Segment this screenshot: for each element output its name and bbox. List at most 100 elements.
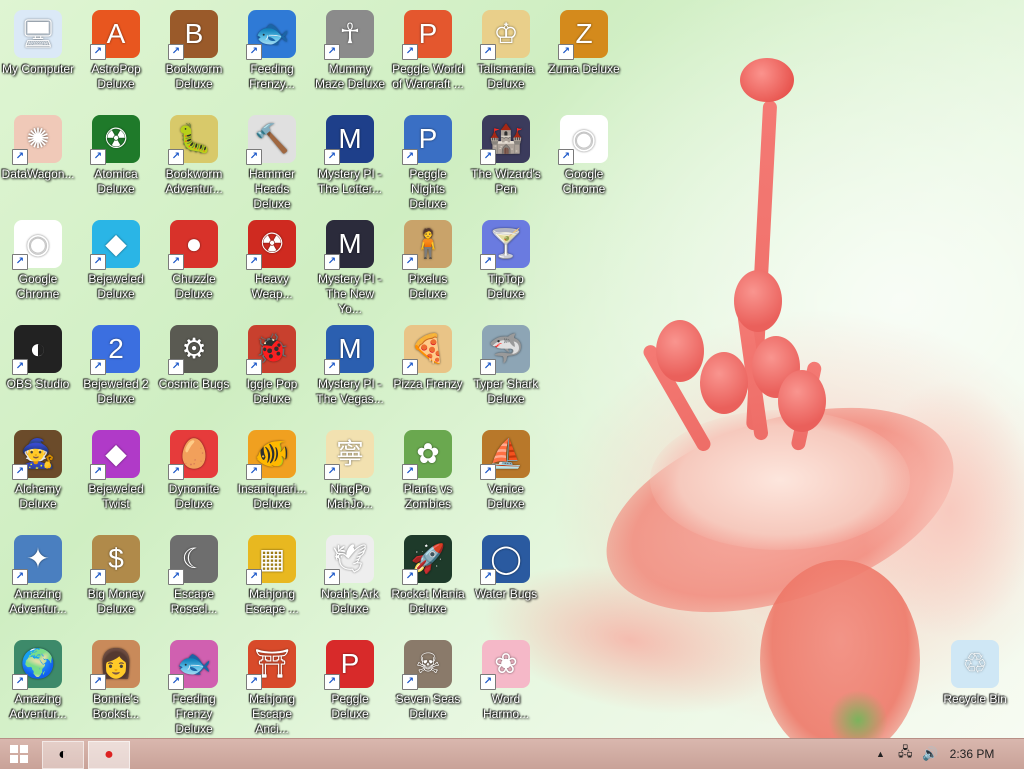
desktop-icon-label: Google Chrome [562, 167, 606, 196]
desktop-icon[interactable]: 🌍 ↗ Amazing Adventur... [0, 634, 76, 738]
shortcut-arrow-icon: ↗ [246, 464, 262, 480]
desktop-icon[interactable]: 🥚 ↗ Dynomite Deluxe [156, 424, 232, 528]
desktop-icon-label: Recycle Bin [943, 692, 1007, 706]
desktop-icon[interactable]: ◉ ↗ Google Chrome [0, 214, 76, 318]
desktop-icon[interactable]: ✿ ↗ Plants vs Zombies [390, 424, 466, 528]
taskbar: ◐ ● ▲ 🖧 🔊 2:36 PM [0, 738, 1024, 769]
desktop-icon[interactable]: B ↗ Bookworm Deluxe [156, 4, 232, 108]
desktop-icon[interactable]: 2 ↗ Bejeweled 2 Deluxe [78, 319, 154, 423]
shortcut-arrow-icon: ↗ [480, 674, 496, 690]
desktop-icon[interactable]: ☢ ↗ Heavy Weap... [234, 214, 310, 318]
desktop-icon[interactable]: Z ↗ Zuma Deluxe [546, 4, 622, 108]
desktop-icon[interactable]: 🐛 ↗ Bookworm Adventur... [156, 109, 232, 213]
desktop-icon[interactable]: 🍸 ↗ TipTop Deluxe [468, 214, 544, 318]
desktop-icon-label: Bookworm Adventur... [165, 167, 223, 196]
desktop-icon[interactable]: ◐ ↗ OBS Studio [0, 319, 76, 423]
desktop-icon[interactable]: A ↗ AstroPop Deluxe [78, 4, 154, 108]
desktop-icon[interactable]: 🐟 ↗ Feeding Frenzy... [234, 4, 310, 108]
icon-glyph: ♲ [962, 648, 988, 679]
icon-glyph: ◆ [105, 438, 127, 469]
network-icon: 🖧 [898, 744, 913, 759]
desktop-icon[interactable]: 🏰 ↗ The Wizard's Pen [468, 109, 544, 213]
desktop-icon-label: The Wizard's Pen [471, 167, 541, 196]
desktop-icon[interactable]: ◉ ↗ Google Chrome [546, 109, 622, 213]
taskbar-clock[interactable]: 2:36 PM [942, 739, 1002, 769]
bookworm-icon: B ↗ [168, 10, 218, 60]
desktop-icon[interactable]: M ↗ Mystery PI - The New Yo... [312, 214, 388, 318]
desktop-icon[interactable]: ◆ ↗ Bejeweled Twist [78, 424, 154, 528]
shortcut-arrow-icon: ↗ [402, 44, 418, 60]
shortcut-arrow-icon: ↗ [90, 359, 106, 375]
desktop-icon[interactable]: 🐟 ↗ Feeding Frenzy Deluxe [156, 634, 232, 738]
taskbar-item-dynomite[interactable]: ● [88, 741, 130, 769]
desktop-icon[interactable]: 🧍 ↗ Pixelus Deluxe [390, 214, 466, 318]
desktop-icon[interactable]: $ ↗ Big Money Deluxe [78, 529, 154, 633]
desktop-icon[interactable]: ● ↗ Chuzzle Deluxe [156, 214, 232, 318]
desktop-icon-label: Rocket Mania Deluxe [391, 587, 465, 616]
plants-vs-zombies-icon: ✿ ↗ [402, 430, 452, 480]
desktop-icon[interactable]: ☢ ↗ Atomica Deluxe [78, 109, 154, 213]
desktop-icon[interactable]: 🍕 ↗ Pizza Frenzy [390, 319, 466, 423]
icon-glyph: P [418, 18, 438, 49]
desktop-icon[interactable]: ⚙ ↗ Cosmic Bugs [156, 319, 232, 423]
desktop-icon[interactable]: 🚀 ↗ Rocket Mania Deluxe [390, 529, 466, 633]
desktop-icon-label: Talismania Deluxe [477, 62, 535, 91]
desktop-icon-label: Feeding Frenzy Deluxe [172, 692, 216, 736]
network-tray-button[interactable]: 🖧 [898, 739, 916, 769]
wallpaper-anther [700, 352, 748, 414]
desktop-icon[interactable]: 🐠 ↗ Insaniquari... Deluxe [234, 424, 310, 528]
desktop-icon[interactable]: ⛩ ↗ Mahjong Escape Anci... [234, 634, 310, 738]
volume-tray-button[interactable]: 🔊 [922, 739, 940, 769]
desktop-icon[interactable]: ▦ ↗ Mahjong Escape ... [234, 529, 310, 633]
icon-glyph: ● [185, 228, 203, 259]
desktop-icon[interactable]: ⛵ ↗ Venice Deluxe [468, 424, 544, 528]
desktop-icon[interactable]: P ↗ Peggle World of Warcraft ... [390, 4, 466, 108]
desktop-icon[interactable]: ♔ ↗ Talismania Deluxe [468, 4, 544, 108]
volume-icon: 🔊 [922, 746, 939, 761]
desktop-icon[interactable]: 🖥 My Computer [0, 4, 76, 108]
desktop-icon[interactable]: ☥ ↗ Mummy Maze Deluxe [312, 4, 388, 108]
wallpaper-stigma [740, 58, 794, 102]
tray-overflow-button[interactable]: ▲ [876, 739, 890, 769]
desktop-icon[interactable]: 🦈 ↗ Typer Shark Deluxe [468, 319, 544, 423]
desktop-icon[interactable]: ❀ ↗ Word Harmo... [468, 634, 544, 738]
desktop-icon[interactable]: ☠ ↗ Seven Seas Deluxe [390, 634, 466, 738]
desktop-icon[interactable]: 👩 ↗ Bonnie's Bookst... [78, 634, 154, 738]
shortcut-arrow-icon: ↗ [90, 569, 106, 585]
desktop-icon[interactable]: 寧 ↗ NingPo MahJo... [312, 424, 388, 528]
desktop-icon[interactable]: 🔨 ↗ Hammer Heads Deluxe [234, 109, 310, 213]
desktop-icon[interactable]: ✺ ↗ DataWagon... [0, 109, 76, 213]
desktop-icon[interactable]: P ↗ Peggle Nights Deluxe [390, 109, 466, 213]
desktop-icon[interactable]: P ↗ Peggle Deluxe [312, 634, 388, 738]
desktop-icon[interactable]: ◆ ↗ Bejeweled Deluxe [78, 214, 154, 318]
taskbar-item-obs-studio[interactable]: ◐ [42, 741, 84, 769]
pizza-frenzy-icon: 🍕 ↗ [402, 325, 452, 375]
desktop-icon[interactable]: ◯ ↗ Water Bugs [468, 529, 544, 633]
desktop-icon[interactable]: 🐞 ↗ Iggle Pop Deluxe [234, 319, 310, 423]
mystery-pi-lottery-icon: M ↗ [324, 115, 374, 165]
desktop-icon[interactable]: 🧙 ↗ Alchemy Deluxe [0, 424, 76, 528]
heavy-weapon-icon: ☢ ↗ [246, 220, 296, 270]
shortcut-arrow-icon: ↗ [324, 569, 340, 585]
desktop-icon-label: Peggle Deluxe [331, 692, 369, 721]
chevron-up-icon: ▲ [876, 749, 885, 759]
desktop-icon[interactable]: ♲ Recycle Bin [937, 634, 1013, 738]
shortcut-arrow-icon: ↗ [168, 254, 184, 270]
shortcut-arrow-icon: ↗ [90, 254, 106, 270]
shortcut-arrow-icon: ↗ [12, 149, 28, 165]
start-button[interactable] [4, 741, 34, 767]
shortcut-arrow-icon: ↗ [246, 359, 262, 375]
icon-glyph: ◉ [25, 228, 51, 259]
desktop-icon[interactable]: M ↗ Mystery PI - The Lotter... [312, 109, 388, 213]
desktop-icon[interactable]: 🕊 ↗ Noah's Ark Deluxe [312, 529, 388, 633]
desktop-icon[interactable]: ✦ ↗ Amazing Adventur... [0, 529, 76, 633]
desktop-icon[interactable]: ☾ ↗ Escape Rosecl... [156, 529, 232, 633]
desktop-icon-label: Amazing Adventur... [9, 692, 67, 721]
desktop-icon-label: Dynomite Deluxe [168, 482, 220, 511]
desktop-icon-label: Mystery PI - The Lotter... [317, 167, 383, 196]
desktop-icon[interactable]: M ↗ Mystery PI - The Vegas... [312, 319, 388, 423]
hammer-heads-icon: 🔨 ↗ [246, 115, 296, 165]
shortcut-arrow-icon: ↗ [90, 44, 106, 60]
ningpo-mahjong-icon: 寧 ↗ [324, 430, 374, 480]
icon-glyph: M [338, 123, 362, 154]
